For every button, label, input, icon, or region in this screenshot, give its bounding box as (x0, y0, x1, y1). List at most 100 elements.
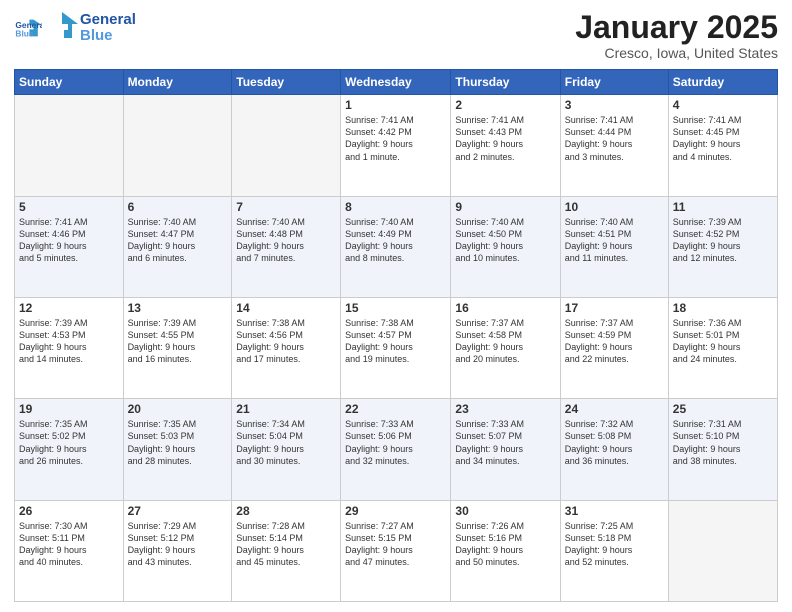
calendar-cell: 12 Sunrise: 7:39 AM Sunset: 4:53 PM Dayli… (15, 297, 124, 398)
location: Cresco, Iowa, United States (575, 45, 778, 61)
day-info: Sunrise: 7:35 AM Sunset: 5:02 PM Dayligh… (19, 418, 119, 467)
calendar-cell: 4Sunrise: 7:41 AM Sunset: 4:45 PM Daylig… (668, 95, 777, 196)
day-number: 25 (673, 402, 773, 416)
day-number: 22 (345, 402, 446, 416)
day-number: 17 (565, 301, 664, 315)
day-number: 15 (345, 301, 446, 315)
day-number: 7 (236, 200, 336, 214)
day-number: 24 (565, 402, 664, 416)
calendar-cell: 31Sunrise: 7:25 AM Sunset: 5:18 PM Dayli… (560, 500, 668, 601)
calendar-cell: 24Sunrise: 7:32 AM Sunset: 5:08 PM Dayli… (560, 399, 668, 500)
calendar-header-tuesday: Tuesday (232, 70, 341, 95)
day-info: Sunrise: 7:39 AM Sunset: 4:55 PM Dayligh… (128, 317, 228, 366)
day-number: 28 (236, 504, 336, 518)
day-number: 8 (345, 200, 446, 214)
day-info: Sunrise: 7:41 AM Sunset: 4:46 PM Dayligh… (19, 216, 119, 265)
calendar-cell: 26 Sunrise: 7:30 AM Sunset: 5:11 PM Dayli… (15, 500, 124, 601)
day-number: 4 (673, 98, 773, 112)
day-info: Sunrise: 7:36 AM Sunset: 5:01 PM Dayligh… (673, 317, 773, 366)
calendar-cell: 29 Sunrise: 7:27 AM Sunset: 5:15 PM Dayli… (341, 500, 451, 601)
calendar-cell: 5 Sunrise: 7:41 AM Sunset: 4:46 PM Daylig… (15, 196, 124, 297)
calendar-cell (123, 95, 232, 196)
day-number: 29 (345, 504, 446, 518)
day-info: Sunrise: 7:31 AM Sunset: 5:10 PM Dayligh… (673, 418, 773, 467)
day-number: 16 (455, 301, 555, 315)
calendar-week-4: 19 Sunrise: 7:35 AM Sunset: 5:02 PM Dayli… (15, 399, 778, 500)
calendar-cell: 2Sunrise: 7:41 AM Sunset: 4:43 PM Daylig… (451, 95, 560, 196)
calendar-cell: 7 Sunrise: 7:40 AM Sunset: 4:48 PM Daylig… (232, 196, 341, 297)
day-number: 27 (128, 504, 228, 518)
calendar-header-sunday: Sunday (15, 70, 124, 95)
day-info: Sunrise: 7:33 AM Sunset: 5:07 PM Dayligh… (455, 418, 555, 467)
calendar-cell: 17Sunrise: 7:37 AM Sunset: 4:59 PM Dayli… (560, 297, 668, 398)
day-info: Sunrise: 7:27 AM Sunset: 5:15 PM Dayligh… (345, 520, 446, 569)
day-number: 26 (19, 504, 119, 518)
calendar-cell: 25 Sunrise: 7:31 AM Sunset: 5:10 PM Dayli… (668, 399, 777, 500)
calendar-week-3: 12 Sunrise: 7:39 AM Sunset: 4:53 PM Dayli… (15, 297, 778, 398)
day-info: Sunrise: 7:30 AM Sunset: 5:11 PM Dayligh… (19, 520, 119, 569)
calendar-week-1: 1 Sunrise: 7:41 AM Sunset: 4:42 PM Daylig… (15, 95, 778, 196)
day-number: 14 (236, 301, 336, 315)
day-info: Sunrise: 7:26 AM Sunset: 5:16 PM Dayligh… (455, 520, 555, 569)
day-number: 30 (455, 504, 555, 518)
day-number: 5 (19, 200, 119, 214)
day-info: Sunrise: 7:39 AM Sunset: 4:53 PM Dayligh… (19, 317, 119, 366)
day-info: Sunrise: 7:41 AM Sunset: 4:42 PM Dayligh… (345, 114, 446, 163)
day-info: Sunrise: 7:34 AM Sunset: 5:04 PM Dayligh… (236, 418, 336, 467)
calendar-cell: 23 Sunrise: 7:33 AM Sunset: 5:07 PM Dayli… (451, 399, 560, 500)
calendar-cell: 9Sunrise: 7:40 AM Sunset: 4:50 PM Daylig… (451, 196, 560, 297)
calendar-cell: 13 Sunrise: 7:39 AM Sunset: 4:55 PM Dayli… (123, 297, 232, 398)
calendar-cell: 11 Sunrise: 7:39 AM Sunset: 4:52 PM Dayli… (668, 196, 777, 297)
day-number: 19 (19, 402, 119, 416)
calendar-cell: 19 Sunrise: 7:35 AM Sunset: 5:02 PM Dayli… (15, 399, 124, 500)
day-info: Sunrise: 7:40 AM Sunset: 4:47 PM Dayligh… (128, 216, 228, 265)
logo-icon: General Blue (14, 14, 42, 42)
calendar-cell: 22 Sunrise: 7:33 AM Sunset: 5:06 PM Dayli… (341, 399, 451, 500)
day-info: Sunrise: 7:40 AM Sunset: 4:48 PM Dayligh… (236, 216, 336, 265)
day-info: Sunrise: 7:33 AM Sunset: 5:06 PM Dayligh… (345, 418, 446, 467)
day-info: Sunrise: 7:38 AM Sunset: 4:57 PM Dayligh… (345, 317, 446, 366)
calendar-cell: 10Sunrise: 7:40 AM Sunset: 4:51 PM Dayli… (560, 196, 668, 297)
calendar-cell: 8Sunrise: 7:40 AM Sunset: 4:49 PM Daylig… (341, 196, 451, 297)
day-number: 1 (345, 98, 446, 112)
day-info: Sunrise: 7:35 AM Sunset: 5:03 PM Dayligh… (128, 418, 228, 467)
calendar-header-monday: Monday (123, 70, 232, 95)
logo: General Blue General Blue (14, 10, 136, 46)
calendar-cell: 28Sunrise: 7:28 AM Sunset: 5:14 PM Dayli… (232, 500, 341, 601)
day-info: Sunrise: 7:40 AM Sunset: 4:51 PM Dayligh… (565, 216, 664, 265)
calendar-cell (15, 95, 124, 196)
calendar-cell: 18 Sunrise: 7:36 AM Sunset: 5:01 PM Dayli… (668, 297, 777, 398)
calendar-header-row: SundayMondayTuesdayWednesdayThursdayFrid… (15, 70, 778, 95)
day-number: 13 (128, 301, 228, 315)
month-title: January 2025 (575, 10, 778, 45)
calendar-header-friday: Friday (560, 70, 668, 95)
calendar-cell (232, 95, 341, 196)
day-number: 12 (19, 301, 119, 315)
header: General Blue General Blue January 2025 C… (14, 10, 778, 61)
day-number: 21 (236, 402, 336, 416)
calendar-header-saturday: Saturday (668, 70, 777, 95)
logo-line1: General (80, 12, 136, 29)
day-info: Sunrise: 7:41 AM Sunset: 4:44 PM Dayligh… (565, 114, 664, 163)
day-number: 11 (673, 200, 773, 214)
calendar-cell (668, 500, 777, 601)
calendar-cell: 15 Sunrise: 7:38 AM Sunset: 4:57 PM Dayli… (341, 297, 451, 398)
day-number: 20 (128, 402, 228, 416)
logo-line2: Blue (80, 28, 136, 45)
calendar-cell: 3Sunrise: 7:41 AM Sunset: 4:44 PM Daylig… (560, 95, 668, 196)
day-info: Sunrise: 7:39 AM Sunset: 4:52 PM Dayligh… (673, 216, 773, 265)
day-info: Sunrise: 7:38 AM Sunset: 4:56 PM Dayligh… (236, 317, 336, 366)
day-number: 6 (128, 200, 228, 214)
day-number: 23 (455, 402, 555, 416)
calendar-header-thursday: Thursday (451, 70, 560, 95)
day-number: 9 (455, 200, 555, 214)
calendar-cell: 14 Sunrise: 7:38 AM Sunset: 4:56 PM Dayli… (232, 297, 341, 398)
calendar-cell: 6 Sunrise: 7:40 AM Sunset: 4:47 PM Daylig… (123, 196, 232, 297)
day-number: 2 (455, 98, 555, 112)
day-info: Sunrise: 7:29 AM Sunset: 5:12 PM Dayligh… (128, 520, 228, 569)
calendar-cell: 20 Sunrise: 7:35 AM Sunset: 5:03 PM Dayli… (123, 399, 232, 500)
day-info: Sunrise: 7:37 AM Sunset: 4:58 PM Dayligh… (455, 317, 555, 366)
day-info: Sunrise: 7:25 AM Sunset: 5:18 PM Dayligh… (565, 520, 664, 569)
title-block: January 2025 Cresco, Iowa, United States (575, 10, 778, 61)
day-number: 18 (673, 301, 773, 315)
